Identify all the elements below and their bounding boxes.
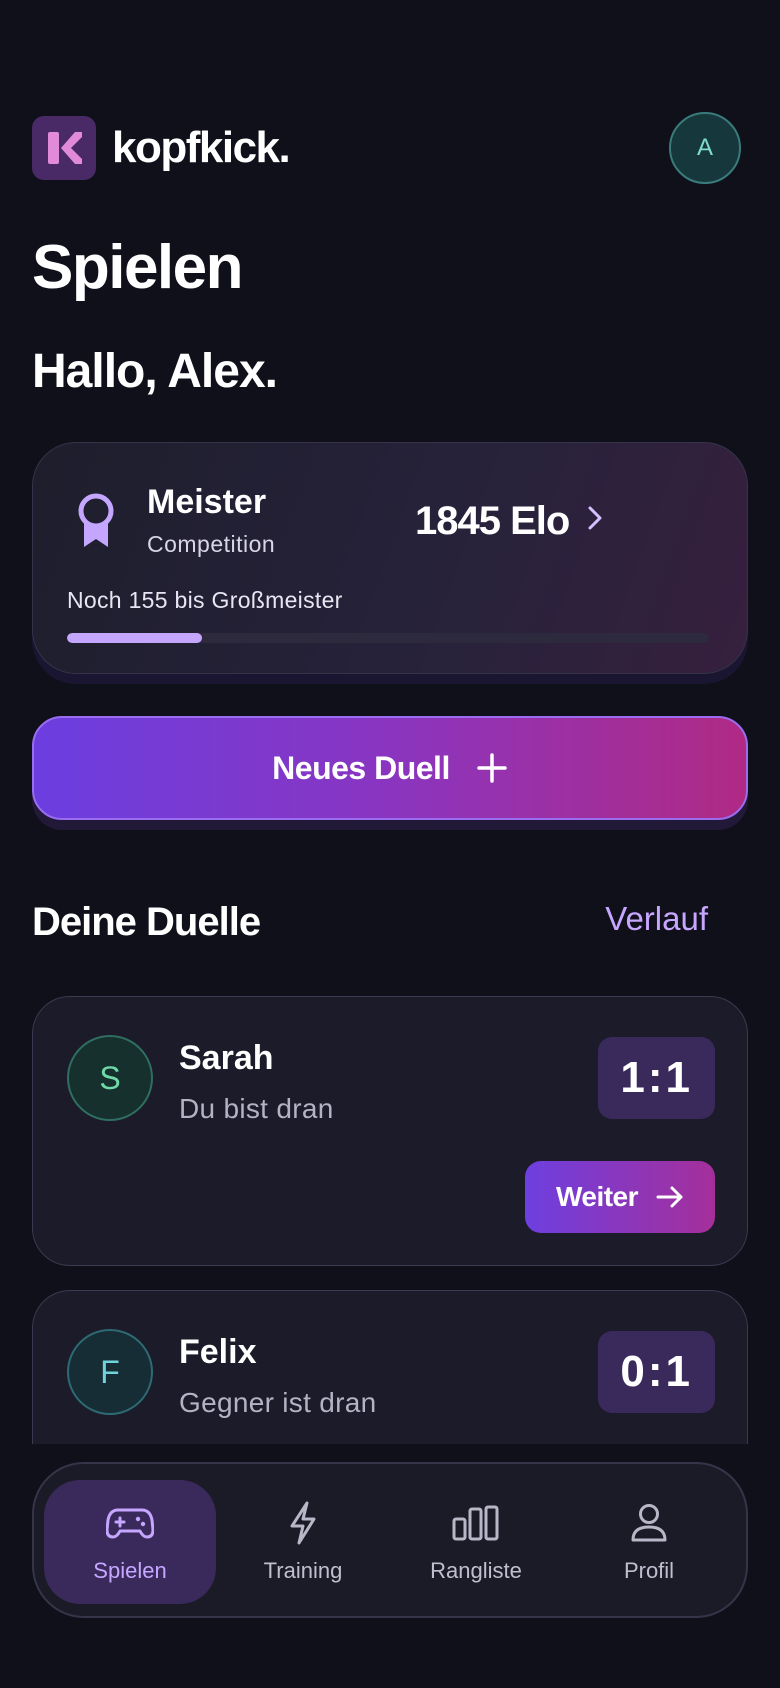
continue-label: Weiter xyxy=(555,1181,639,1212)
plus-icon xyxy=(476,752,508,784)
duel-status: Gegner ist dran xyxy=(179,1387,377,1418)
rank-progress-text: Noch 155 bis Großmeister xyxy=(67,587,343,613)
page-title: Spielen xyxy=(32,233,244,302)
duel-score: 0:1 xyxy=(598,1331,715,1413)
brand-name: kopfkick. xyxy=(112,123,291,172)
nav-label: Training xyxy=(263,1558,343,1583)
greeting-text: Hallo, Alex. xyxy=(32,345,278,398)
new-duel-label: Neues Duell xyxy=(272,749,450,786)
duel-card[interactable]: F Felix Gegner ist dran 0:1 xyxy=(32,1290,748,1450)
user-icon xyxy=(630,1502,668,1544)
duel-card[interactable]: S Sarah Du bist dran 1:1 Weiter xyxy=(32,996,748,1266)
opponent-name: Sarah xyxy=(179,1039,274,1077)
opponent-name: Felix xyxy=(179,1333,257,1371)
opponent-avatar: F xyxy=(67,1329,153,1415)
elo-rating: 1845 Elo xyxy=(415,499,570,543)
new-duel-button[interactable]: Neues Duell xyxy=(32,716,748,820)
bottom-navigation: Spielen Training Rangliste Profil xyxy=(32,1462,748,1618)
continue-button[interactable]: Weiter xyxy=(525,1161,715,1233)
rank-progress-fill xyxy=(67,633,202,643)
gamepad-icon xyxy=(106,1502,154,1544)
app-header: kopfkick. A xyxy=(32,112,741,184)
chevron-right-icon[interactable] xyxy=(585,503,605,538)
brand-logo-icon xyxy=(32,116,96,180)
nav-item-rangliste[interactable]: Rangliste xyxy=(390,1480,562,1604)
rank-category: Competition xyxy=(147,531,276,557)
opponent-avatar: S xyxy=(67,1035,153,1121)
nav-label: Rangliste xyxy=(430,1558,522,1583)
profile-avatar[interactable]: A xyxy=(669,112,741,184)
nav-item-profil[interactable]: Profil xyxy=(563,1480,735,1604)
arrow-right-icon xyxy=(656,1185,684,1209)
rank-card[interactable]: Meister Competition 1845 Elo Noch 155 bi… xyxy=(32,442,748,674)
nav-label: Spielen xyxy=(93,1558,167,1583)
section-title-duels: Deine Duelle xyxy=(32,900,261,944)
lightning-icon xyxy=(288,1501,318,1545)
award-ribbon-icon xyxy=(73,491,119,556)
duel-score: 1:1 xyxy=(598,1037,715,1119)
rank-progress-bar xyxy=(67,633,709,643)
rank-name: Meister xyxy=(147,483,267,521)
nav-label: Profil xyxy=(623,1558,675,1583)
nav-item-training[interactable]: Training xyxy=(217,1480,389,1604)
leaderboard-icon xyxy=(452,1502,500,1544)
duel-status: Du bist dran xyxy=(179,1093,334,1124)
brand[interactable]: kopfkick. xyxy=(32,116,291,180)
history-link[interactable]: Verlauf xyxy=(605,900,708,938)
nav-item-spielen[interactable]: Spielen xyxy=(44,1480,216,1604)
